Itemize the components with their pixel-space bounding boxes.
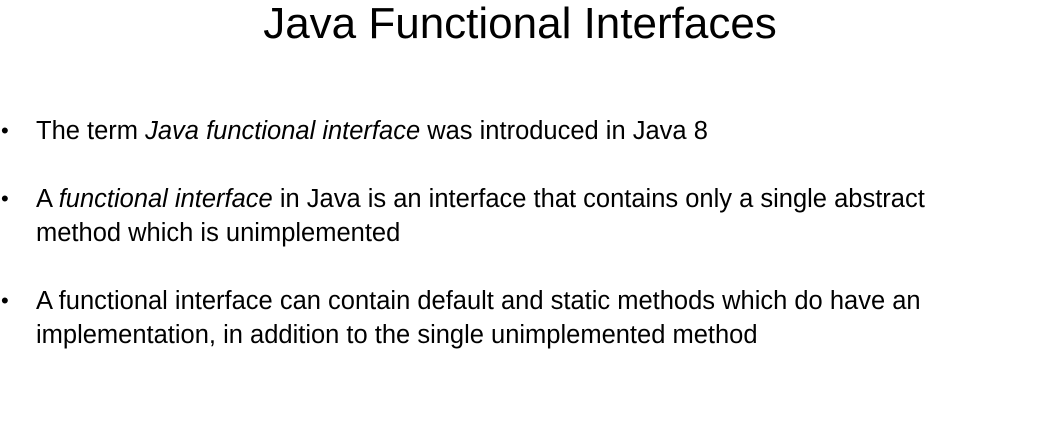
bullet-3-line-2: implementation, in addition to the singl…	[36, 321, 758, 349]
bullet-3-line-1: A functional interface can contain defau…	[36, 287, 921, 315]
bullet-2-text-emphasis: functional interface	[58, 185, 273, 213]
bullet-item-3: • A functional interface can contain def…	[0, 284, 1047, 352]
bullet-dot-icon: •	[1, 186, 9, 211]
bullet-1-text-post: was introduced in Java 8	[420, 117, 708, 145]
bullet-list: • The term Java functional interface was…	[0, 114, 1047, 386]
bullet-item-1: • The term Java functional interface was…	[0, 114, 1047, 148]
bullet-2-text-pre: A	[36, 185, 59, 213]
bullet-dot-icon: •	[1, 288, 9, 313]
slide: Java Functional Interfaces • The term Ja…	[0, 0, 1047, 431]
slide-title: Java Functional Interfaces	[263, 0, 777, 48]
bullet-2-line-2: method which is unimplemented	[36, 219, 401, 247]
bullet-dot-icon: •	[1, 118, 9, 143]
bullet-1-text-pre: The term	[36, 117, 146, 145]
bullet-2-text-post: in Java is an interface that contains on…	[272, 185, 925, 213]
bullet-item-2: • A functional interface in Java is an i…	[0, 182, 1047, 250]
bullet-1-text-emphasis: Java functional interface	[145, 117, 421, 145]
bullet-2-line-1: A functional interface in Java is an int…	[36, 182, 1047, 216]
bullet-1-text: The term Java functional interface was i…	[36, 114, 1047, 148]
